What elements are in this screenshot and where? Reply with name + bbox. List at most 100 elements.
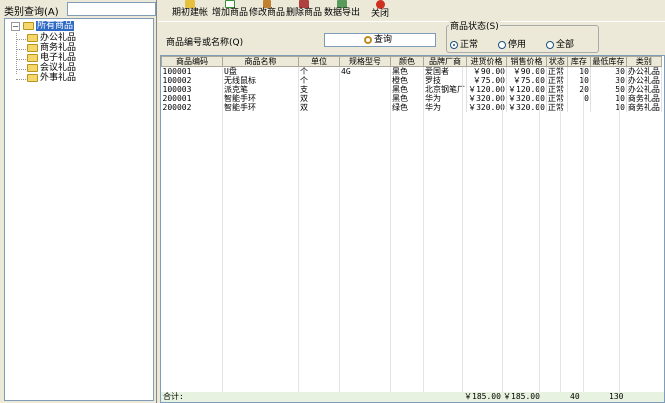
tree-collapse-toggle[interactable]: −: [11, 22, 20, 31]
delete-product-button[interactable]: 删除商品: [286, 0, 322, 22]
cell: 商务礼品: [626, 103, 662, 112]
cell: 30: [590, 76, 627, 85]
cell: 正常: [546, 76, 568, 85]
delete-icon: [299, 0, 309, 8]
folder-icon: [27, 73, 38, 82]
column-header[interactable]: 状态: [545, 56, 568, 67]
cell: 30: [590, 66, 627, 76]
column-header[interactable]: 进货价格: [466, 56, 507, 67]
status-group: 商品状态(S) 正常 停用 全部: [446, 19, 599, 53]
column-header[interactable]: 库存: [566, 56, 591, 67]
cell: 200002: [161, 103, 223, 112]
tree-item-label: 电子礼品: [40, 53, 77, 63]
cell: 罗技: [423, 76, 467, 85]
cell: 200001: [161, 94, 223, 103]
product-grid: 商品编码 商品名称 单位 规格型号 颜色 品牌厂商 进货价格 销售价格 状态 库…: [160, 55, 665, 403]
cell: 10: [590, 94, 627, 103]
cell: 20: [567, 85, 591, 94]
folder-icon: [27, 53, 38, 62]
query-label: 查询: [374, 35, 393, 45]
cell: 0: [567, 94, 591, 103]
edit-product-button[interactable]: 修改商品: [249, 0, 285, 22]
close-icon: [375, 0, 385, 9]
cell: [339, 103, 391, 112]
cell: ￥75.00: [506, 76, 547, 85]
cell: 橙色: [390, 76, 424, 85]
cell: ￥120.00: [506, 85, 547, 94]
cell: 派克笔: [222, 85, 299, 94]
column-header[interactable]: 单位: [298, 56, 340, 67]
radio-unchecked-icon: [498, 40, 506, 49]
cell: 双: [298, 94, 340, 103]
column-header[interactable]: 商品编码: [161, 56, 223, 67]
table-row[interactable]: 100002 无线鼠标 个 橙色 罗技 ￥75.00 ￥75.00 正常 10 …: [161, 76, 662, 85]
table-row[interactable]: 200001 智能手环 双 黑色 华为 ￥320.00 ￥320.00 正常 0…: [161, 94, 662, 103]
table-header: 商品编码 商品名称 单位 规格型号 颜色 品牌厂商 进货价格 销售价格 状态 库…: [161, 56, 662, 67]
category-search: 类别查询(A): [4, 2, 156, 18]
cell: 黑色: [390, 66, 424, 76]
export-data-button[interactable]: 数据导出: [324, 0, 360, 22]
cell: ￥320.00: [506, 103, 547, 112]
column-header[interactable]: 规格型号: [339, 56, 391, 67]
product-table: 商品编码 商品名称 单位 规格型号 颜色 品牌厂商 进货价格 销售价格 状态 库…: [161, 56, 662, 112]
status-radio-disabled[interactable]: 停用: [498, 37, 526, 50]
query-button[interactable]: 查询: [364, 33, 392, 47]
cell: 正常: [546, 103, 568, 112]
folder-icon: [27, 43, 38, 52]
column-header[interactable]: 最低库存: [589, 56, 627, 67]
close-button[interactable]: 关闭: [371, 0, 389, 22]
cell: ￥320.00: [506, 94, 547, 103]
table-row[interactable]: 100003 派克笔 支 黑色 北京钢笔厂 ￥120.00 ￥120.00 正常…: [161, 85, 662, 94]
column-header[interactable]: 销售价格: [506, 56, 547, 67]
radio-unchecked-icon: [546, 40, 554, 49]
cell: ￥75.00: [466, 76, 507, 85]
cell: 双: [298, 103, 340, 112]
cell: 个: [298, 76, 340, 85]
radio-label: 全部: [556, 40, 575, 50]
cell: [339, 94, 391, 103]
column-header[interactable]: 类别: [625, 56, 662, 67]
totals-row: 合计: ￥185.00 ￥185.00 40 130: [161, 392, 664, 402]
cell: 无线鼠标: [222, 76, 299, 85]
tree-item-root[interactable]: 所有商品: [23, 21, 75, 32]
cell: 华为: [423, 94, 467, 103]
cell: 办公礼品: [626, 66, 662, 76]
cell: 智能手环: [222, 94, 299, 103]
column-header[interactable]: 颜色: [390, 56, 424, 67]
column-header[interactable]: 商品名称: [222, 56, 299, 67]
status-radio-all[interactable]: 全部: [546, 37, 574, 50]
category-search-input[interactable]: [67, 2, 156, 16]
totals-label: 合计:: [163, 392, 184, 401]
cell: ￥120.00: [466, 85, 507, 94]
add-product-button[interactable]: 增加商品: [212, 0, 248, 22]
radio-label: 正常: [460, 40, 479, 50]
cell: 4G: [339, 66, 391, 76]
cell: 50: [590, 85, 627, 94]
cell: 爱国者: [423, 66, 467, 76]
cell: 100003: [161, 85, 223, 94]
opening-setup-button[interactable]: 期初建帐: [172, 0, 208, 22]
table-row[interactable]: 100001 U盘 个 4G 黑色 爱国者 ￥90.00 ￥90.00 正常 1…: [161, 66, 662, 76]
column-header[interactable]: 品牌厂商: [423, 56, 467, 67]
cell: 华为: [423, 103, 467, 112]
cell: ￥90.00: [506, 66, 547, 76]
cell: ￥320.00: [466, 94, 507, 103]
cell: 正常: [546, 85, 568, 94]
tree-item-foreign-gifts[interactable]: 外事礼品: [27, 73, 76, 84]
cell: [339, 85, 391, 94]
cell: 绿色: [390, 103, 424, 112]
tree-item-label: 办公礼品: [40, 33, 77, 43]
cell: 黑色: [390, 85, 424, 94]
cell: [339, 76, 391, 85]
cell: [567, 103, 591, 112]
table-row[interactable]: 200002 智能手环 双 绿色 华为 ￥320.00 ￥320.00 正常 1…: [161, 103, 662, 112]
cell: 商务礼品: [626, 94, 662, 103]
tree-item-label: 会议礼品: [40, 63, 77, 73]
sale-total: ￥185.00: [503, 392, 540, 401]
status-group-title: 商品状态(S): [449, 19, 500, 32]
status-radio-normal[interactable]: 正常: [450, 37, 478, 50]
folder-open-icon: [185, 0, 195, 8]
filter-bar: 商品编号或名称(Q) 查询 商品状态(S) 正常 停用 全部: [158, 19, 665, 54]
tree-item-label: 所有商品: [36, 21, 75, 31]
edit-pencil-icon: [263, 0, 271, 8]
